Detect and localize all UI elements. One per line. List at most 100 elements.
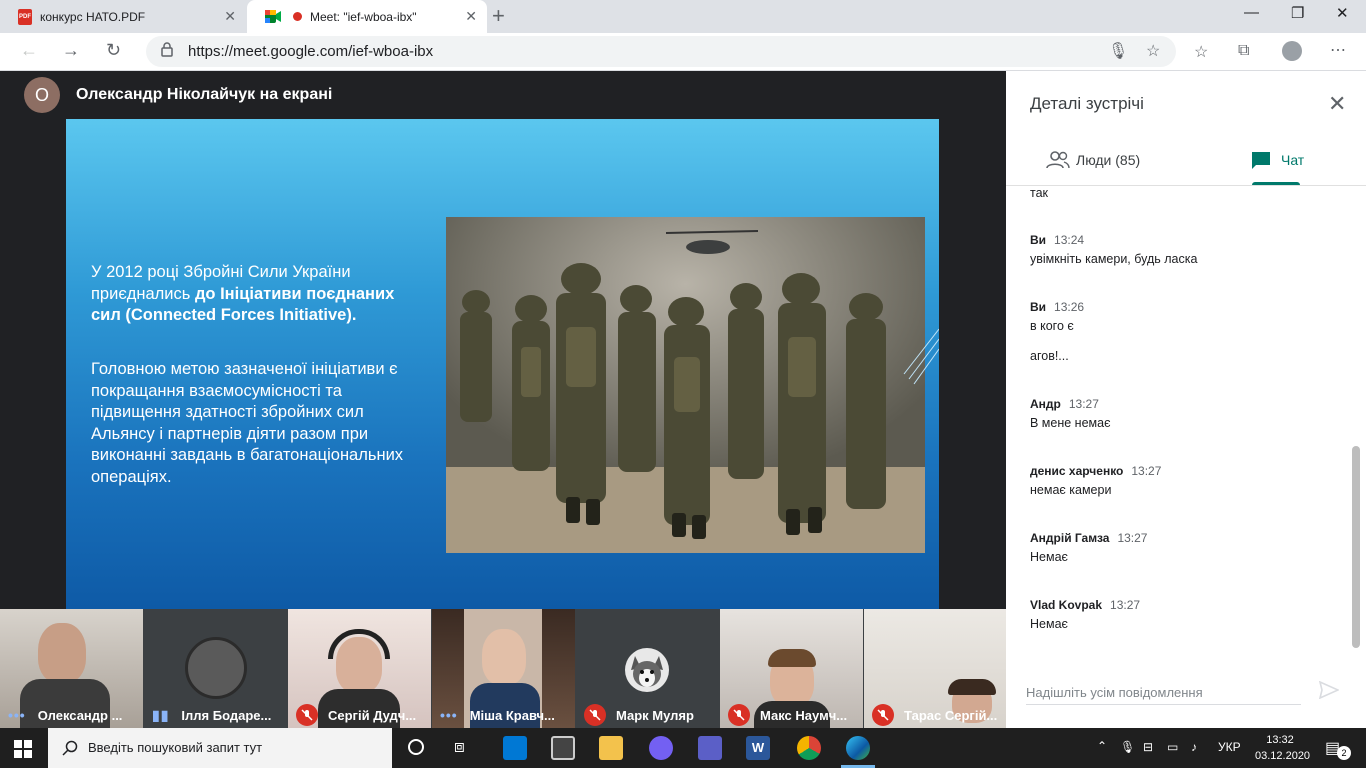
video-feed (38, 623, 86, 683)
husky-icon (631, 656, 663, 687)
clock-time: 13:32 (1266, 734, 1294, 746)
message-text: Немає (1030, 550, 1068, 564)
taskbar-search[interactable]: Введіть пошуковий запит тут (48, 728, 392, 768)
language-indicator[interactable]: УКР (1218, 740, 1241, 754)
clock-date: 03.12.2020 (1255, 750, 1311, 762)
volume-icon[interactable]: ♪ (1191, 740, 1197, 754)
soldiers-photo (446, 217, 925, 553)
message-text: увімкніть камери, будь ласка (1030, 252, 1198, 266)
reload-icon[interactable]: ↻ (106, 40, 121, 61)
store-icon[interactable] (551, 736, 575, 760)
search-placeholder: Введіть пошуковий запит тут (88, 740, 263, 755)
participant-name: Макс Наумч... (760, 707, 848, 723)
close-icon[interactable]: ✕ (224, 8, 236, 25)
message-header: Андрій Гамза 13:27 (1030, 531, 1147, 545)
participant-tile[interactable]: ••• Олександр ... (0, 609, 143, 728)
close-window-icon[interactable]: ✕ (1336, 4, 1349, 22)
forward-icon[interactable]: → (62, 40, 80, 61)
pdf-icon: PDF (18, 8, 32, 25)
panel-title: Деталі зустрічі (1030, 94, 1144, 113)
participant-tile[interactable]: ▮▮ Ілля Бодаре... (144, 609, 287, 728)
favorites-icon[interactable]: ☆ (1194, 42, 1208, 62)
message-sender: Андрій Гамза (1030, 531, 1110, 545)
network-icon[interactable]: ⊟ (1143, 740, 1153, 754)
minimize-icon[interactable]: — (1244, 4, 1259, 21)
chat-icon (1252, 152, 1270, 169)
tab-people-label: Люди (85) (1076, 152, 1141, 168)
message-input[interactable]: Надішліть усім повідомлення (1026, 685, 1203, 700)
participant-tile[interactable]: ••• Міша Кравч... (432, 609, 575, 728)
message-header: Ви 13:24 (1030, 233, 1084, 247)
meet-icon (265, 10, 281, 23)
edge-icon[interactable] (846, 736, 870, 760)
new-tab-button[interactable]: + (492, 5, 505, 27)
message-sender: Ви (1030, 300, 1047, 314)
slide-paragraph-1: У 2012 році Збройні Сили України приєдна… (91, 262, 421, 327)
task-view-icon[interactable]: ⧈ (454, 737, 465, 757)
tab-meet[interactable]: Meet: "ief-wboa-ibx" ✕ (247, 0, 487, 33)
message-header: Андр 13:27 (1030, 397, 1099, 411)
speaking-icon: ••• (440, 707, 458, 723)
participant-tile[interactable]: Сергій Дудч... (288, 609, 431, 728)
mail-icon[interactable] (503, 736, 527, 760)
message-text: так (1030, 186, 1049, 200)
message-time: 13:26 (1054, 300, 1085, 314)
more-icon[interactable]: ⋯ (1330, 40, 1346, 60)
message-time: 13:27 (1110, 598, 1141, 612)
message-header: денис харченко 13:27 (1030, 464, 1161, 478)
close-icon[interactable]: ✕ (465, 8, 477, 25)
avatar (185, 637, 247, 699)
chrome-icon[interactable] (797, 736, 821, 760)
message-time: 13:24 (1054, 233, 1085, 247)
message-sender: Андр (1030, 397, 1061, 411)
participant-tile[interactable]: Тарас Сергій... (864, 609, 1006, 728)
maximize-icon[interactable]: ❐ (1291, 4, 1304, 22)
message-text: агов!... (1030, 349, 1069, 363)
headphones-icon (328, 629, 390, 659)
cortana-icon[interactable] (408, 739, 424, 755)
chat-message-list[interactable]: так Ви 13:24 увімкніть камери, будь ласка… (1006, 186, 1352, 656)
tab-label: Meet: "ief-wboa-ibx" (310, 9, 417, 24)
close-icon[interactable]: ✕ (1328, 91, 1346, 117)
speaking-icon: ••• (8, 707, 26, 723)
viber-icon[interactable] (649, 736, 673, 760)
participant-name: Марк Муляр (616, 707, 694, 723)
tab-chat-label: Чат (1281, 152, 1305, 168)
star-icon[interactable]: ☆ (1146, 41, 1160, 61)
tab-people[interactable]: Люди (85) (1046, 151, 1140, 169)
input-underline (1026, 704, 1301, 705)
message-text: в кого є (1030, 319, 1074, 333)
back-icon[interactable]: ← (20, 40, 38, 61)
collections-icon[interactable]: ⧉ (1238, 42, 1249, 60)
chevron-up-icon[interactable]: ⌃ (1097, 739, 1107, 753)
audio-bars-icon: ▮▮ (152, 706, 170, 723)
participant-name: Ілля Бодаре... (181, 707, 272, 723)
url-text: https://meet.google.com/ief-wboa-ibx (188, 43, 434, 60)
message-text: В мене немає (1030, 416, 1111, 430)
mic-off-icon (872, 704, 894, 726)
clock[interactable]: 13:32 03.12.2020 (1255, 732, 1311, 764)
tab-label: конкурс НАТО.PDF (40, 9, 146, 24)
windows-start-icon[interactable] (14, 740, 32, 758)
send-icon[interactable] (1319, 681, 1339, 699)
browser-tab-bar: PDF конкурс НАТО.PDF ✕ Meet: "ief-wboa-i… (0, 0, 1366, 33)
participant-tile[interactable]: Макс Наумч... (720, 609, 863, 728)
chat-scrollbar[interactable] (1352, 446, 1360, 648)
message-header: Ви 13:26 (1030, 300, 1084, 314)
floppy-icon[interactable] (698, 736, 722, 760)
tab-chat[interactable]: Чат (1251, 151, 1304, 169)
file-explorer-icon[interactable] (599, 736, 623, 760)
profile-icon[interactable] (1282, 41, 1302, 61)
message-sender: денис харченко (1030, 464, 1124, 478)
word-icon[interactable]: W (746, 736, 770, 760)
microphone-icon[interactable]: 🎙 (1120, 740, 1135, 754)
microphone-icon[interactable]: 🎙 (1108, 41, 1128, 61)
tab-pdf[interactable]: PDF конкурс НАТО.PDF ✕ (0, 0, 246, 33)
participant-strip: ••• Олександр ... ▮▮ Ілля Бодаре... Серг… (0, 609, 1006, 728)
participant-tile[interactable]: Марк Муляр (576, 609, 719, 728)
message-sender: Vlad Kovpak (1030, 598, 1103, 612)
battery-icon[interactable]: ▭ (1167, 740, 1178, 754)
meeting-details-panel: Деталі зустрічі ✕ Люди (85) Чат так Ви 13… (1006, 71, 1366, 728)
presenter-label: Олександр Ніколайчук на екрані (76, 86, 333, 103)
url-field[interactable]: https://meet.google.com/ief-wboa-ibx 🎙 ☆ (146, 36, 1176, 67)
